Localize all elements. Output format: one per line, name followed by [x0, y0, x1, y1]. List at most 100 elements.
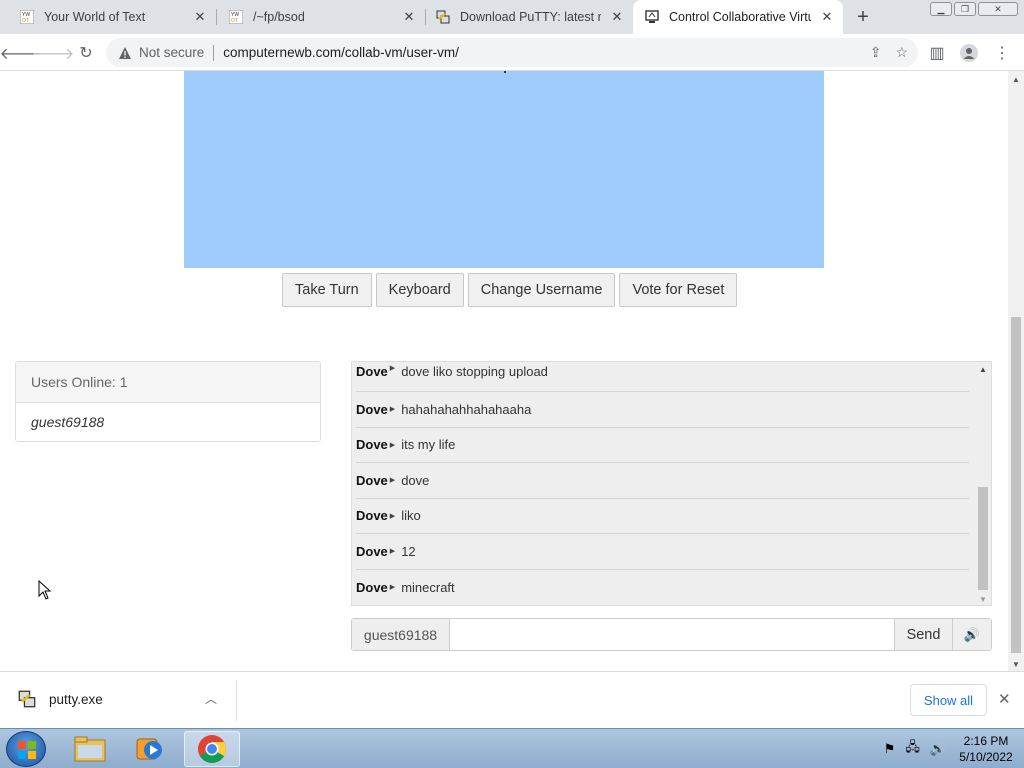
user-list-item: guest69188	[31, 414, 105, 430]
scroll-up-icon[interactable]: ▲	[979, 365, 987, 374]
star-icon[interactable]: ☆	[895, 44, 908, 61]
chat-message: Dove ▶ 12	[356, 534, 969, 570]
chevron-right-icon: ▶	[389, 365, 396, 372]
tab-title: /~fp/bsod	[253, 10, 305, 24]
page-scrollbar[interactable]: ▲ ▼	[1008, 71, 1024, 671]
chat-message: Dove ▶ minecraft	[356, 570, 969, 606]
ywot-favicon: YWOT	[20, 10, 34, 24]
back-arrow-icon[interactable]: 🡐	[0, 42, 42, 64]
tab-title: Your World of Text	[44, 10, 146, 24]
network-icon[interactable]: 🖧	[905, 738, 920, 760]
vm-button-bar: Take Turn Keyboard Change Username Vote …	[282, 273, 738, 307]
divider	[213, 44, 215, 61]
share-icon[interactable]: ⇪	[870, 44, 882, 61]
side-panel-icon[interactable]: ▥	[926, 42, 948, 64]
close-icon[interactable]: ✕	[609, 9, 625, 25]
tab-collabvm[interactable]: Control Collaborative Virtu ✕	[633, 0, 843, 34]
change-username-button[interactable]: Change Username	[467, 273, 616, 307]
take-turn-button[interactable]: Take Turn	[282, 273, 372, 307]
chevron-right-icon: ▶	[389, 548, 396, 556]
chevron-up-icon[interactable]: ︿	[205, 690, 217, 707]
tab-bsod[interactable]: YW OT /~fp/bsod ✕	[209, 0, 425, 34]
chat-scroll-thumb[interactable]	[978, 487, 988, 590]
menu-icon[interactable]: ⋮	[991, 42, 1013, 64]
media-player-icon	[136, 738, 162, 760]
window-controls: ▁ ❐ ✕	[930, 2, 1018, 16]
svg-text:OT: OT	[231, 18, 238, 24]
forward-arrow-icon[interactable]: 🡒	[32, 42, 75, 64]
windows-logo-icon	[18, 741, 36, 759]
taskbar-media-player[interactable]	[122, 731, 178, 767]
chat-message: Dove ▶ dove liko stopping upload	[356, 362, 969, 392]
page-scroll-thumb[interactable]	[1011, 317, 1021, 653]
chat-message: Dove ▶ hahahahahhahahaaha	[356, 392, 969, 428]
address-bar[interactable]: Not secure computernewb.com/collab-vm/us…	[106, 38, 918, 67]
chat-username: Dove	[356, 472, 388, 488]
putty-file-icon	[18, 690, 36, 708]
taskbar-explorer[interactable]	[62, 731, 118, 767]
start-button[interactable]	[6, 731, 46, 767]
chat-message-input[interactable]	[450, 619, 894, 650]
url-text[interactable]: computernewb.com/collab-vm/user-vm/	[223, 45, 459, 60]
svg-text:OT: OT	[22, 18, 29, 24]
send-button[interactable]: Send	[894, 619, 952, 650]
ywot-favicon: YWOT	[229, 10, 243, 24]
chat-scrollbar[interactable]: ▲ ▼	[975, 362, 991, 605]
scroll-down-icon[interactable]: ▼	[1012, 660, 1020, 669]
reload-icon[interactable]: ↻	[75, 42, 97, 64]
tab-your-world-of-text[interactable]: YW OT Your World of Text ✕	[0, 0, 216, 34]
mouse-cursor-icon	[38, 580, 52, 600]
chat-log[interactable]: Dove ▶ dove liko stopping upload Dove ▶ haha…	[351, 361, 992, 606]
show-all-button[interactable]: Show all	[910, 684, 987, 716]
chevron-right-icon: ▶	[389, 477, 396, 485]
tab-putty[interactable]: Download PuTTY: latest rel ✕	[416, 0, 633, 34]
clock[interactable]: 2:16 PM 5/10/2022	[956, 733, 1016, 765]
profile-avatar-icon[interactable]	[958, 42, 980, 64]
new-tab-button[interactable]: +	[852, 6, 874, 28]
chat-text: minecraft	[401, 579, 455, 595]
action-center-icon[interactable]: ⚑	[884, 741, 896, 757]
volume-icon[interactable]: 🔊	[952, 619, 991, 650]
chat-username: Dove	[356, 543, 388, 559]
clock-time: 2:16 PM	[963, 734, 1009, 748]
restore-button[interactable]: ❐	[954, 2, 976, 16]
taskbar-chrome[interactable]	[184, 731, 240, 767]
page-content: Take Turn Keyboard Change Username Vote …	[0, 71, 1008, 671]
tab-title: Control Collaborative Virtu	[669, 10, 811, 24]
users-online-header: Users Online: 1	[16, 362, 320, 403]
download-filename: putty.exe	[49, 691, 103, 707]
chat-username: Dove	[356, 437, 388, 453]
close-icon[interactable]: ✕	[401, 9, 417, 25]
tab-strip: YW OT Your World of Text ✕ YW OT /~fp/bsod…	[0, 0, 1024, 34]
collabvm-favicon	[645, 10, 659, 23]
browser-toolbar: 🡐 🡒 ↻ Not secure computernewb.com/collab…	[0, 34, 1024, 71]
keyboard-button[interactable]: Keyboard	[375, 273, 464, 307]
system-tray: ⚑ 🖧 🔊 2:16 PM 5/10/2022	[884, 733, 1016, 765]
putty-favicon	[436, 10, 450, 24]
chat-message: Dove ▶ dove	[356, 463, 969, 499]
vote-reset-button[interactable]: Vote for Reset	[619, 273, 738, 307]
chat-username-label: guest69188	[352, 619, 450, 650]
vm-display[interactable]	[184, 71, 824, 268]
download-item[interactable]: putty.exe	[18, 690, 103, 708]
warning-icon	[119, 46, 131, 59]
security-label[interactable]: Not secure	[139, 45, 204, 60]
tab-title: Download PuTTY: latest rel	[460, 10, 601, 24]
minimize-button[interactable]: ▁	[930, 2, 952, 16]
vm-cursor	[504, 71, 506, 73]
chat-text: dove liko stopping upload	[401, 364, 548, 379]
chat-text: its my life	[401, 437, 456, 453]
close-icon[interactable]: ✕	[819, 9, 835, 25]
volume-icon[interactable]: 🔊	[930, 741, 946, 757]
chat-message: Dove ▶ liko	[356, 499, 969, 534]
chat-username: Dove	[356, 401, 388, 417]
close-icon[interactable]: ✕	[192, 9, 208, 25]
chevron-right-icon: ▶	[389, 441, 396, 449]
chat-text: hahahahahhahahaaha	[401, 401, 532, 417]
taskbar: ⚑ 🖧 🔊 2:16 PM 5/10/2022	[0, 728, 1024, 768]
close-window-button[interactable]: ✕	[978, 2, 1018, 16]
close-icon[interactable]: ✕	[998, 690, 1011, 708]
chat-input-group: guest69188 Send 🔊	[351, 618, 992, 651]
scroll-up-icon[interactable]: ▲	[1012, 75, 1020, 84]
scroll-down-icon[interactable]: ▼	[979, 595, 987, 604]
